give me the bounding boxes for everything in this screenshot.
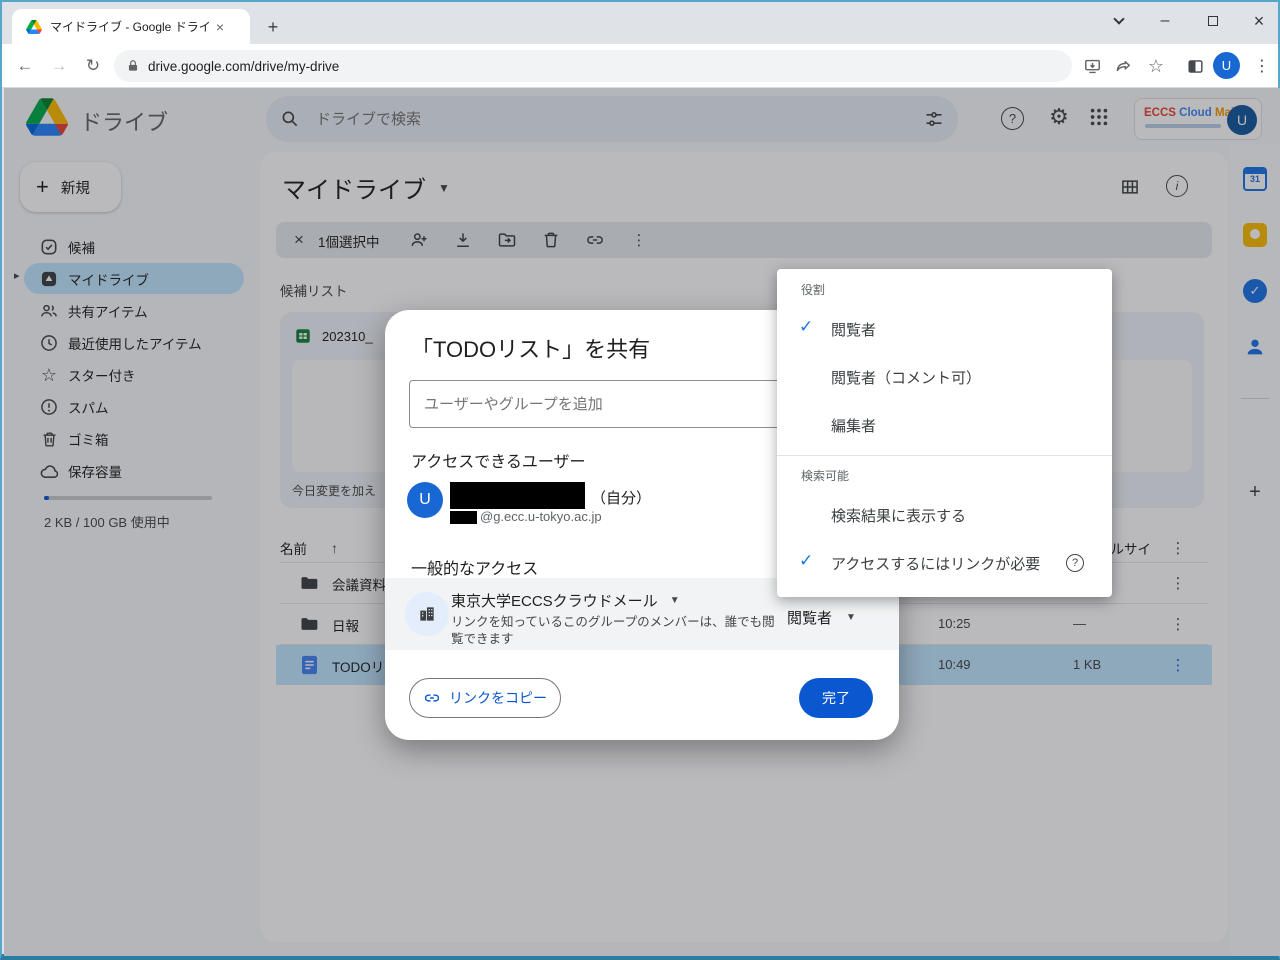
side-panel-icon[interactable] — [1180, 51, 1210, 81]
menu-item-show-in-search[interactable]: 検索結果に表示する — [777, 491, 1112, 539]
group-scope-button[interactable]: 東京大学ECCSクラウドメール ▼ — [451, 590, 680, 611]
done-button[interactable]: 完了 — [799, 678, 873, 718]
back-icon[interactable]: ← — [10, 51, 40, 81]
browser-profile-avatar[interactable]: U — [1213, 52, 1240, 79]
owner-email-redacted — [450, 511, 477, 524]
link-icon — [423, 689, 441, 707]
role-value: 閲覧者 — [787, 607, 832, 628]
menu-section-role: 役割 — [801, 281, 825, 298]
role-caret-icon: ▼ — [846, 612, 856, 623]
reload-icon[interactable]: ↻ — [78, 51, 108, 81]
menu-item-link-required[interactable]: ✓ アクセスするにはリンクが必要 ? — [777, 539, 1112, 587]
window-close-button[interactable]: × — [1244, 8, 1274, 34]
scope-caret-icon: ▼ — [670, 595, 680, 606]
browser-tab[interactable]: マイドライブ - Google ドライブ × — [12, 9, 250, 44]
owner-name-redacted — [450, 482, 585, 509]
access-heading: アクセスできるユーザー — [411, 448, 586, 472]
copy-link-button[interactable]: リンクをコピー — [409, 678, 561, 718]
tab-title: マイドライブ - Google ドライブ — [50, 18, 210, 35]
group-name: 東京大学ECCSクラウドメール — [451, 590, 658, 611]
lock-icon — [126, 59, 140, 73]
share-icon[interactable] — [1109, 51, 1139, 81]
window-minimize-button[interactable]: – — [1150, 8, 1180, 34]
browser-menu-icon[interactable]: ⋮ — [1247, 51, 1277, 81]
option-help-icon[interactable]: ? — [1066, 554, 1084, 572]
url-text: drive.google.com/drive/my-drive — [148, 59, 339, 74]
menu-divider — [777, 455, 1112, 456]
menu-item-commenter[interactable]: 閲覧者（コメント可） — [777, 353, 1112, 401]
dialog-title: 「TODOリスト」を共有 — [411, 332, 650, 364]
browser-window: マイドライブ - Google ドライブ × + – × ← → ↻ drive… — [0, 0, 1280, 960]
owner-self-label: （自分） — [591, 487, 651, 508]
tab-search-chevron-icon[interactable] — [1104, 8, 1134, 34]
bookmark-star-icon[interactable]: ☆ — [1141, 51, 1171, 81]
general-access-heading: 一般的なアクセス — [411, 555, 538, 579]
owner-avatar: U — [407, 482, 443, 518]
organization-building-icon[interactable] — [405, 592, 449, 636]
tab-strip: マイドライブ - Google ドライブ × + – × — [2, 2, 1278, 44]
role-menu: 役割 ✓ 閲覧者 閲覧者（コメント可） 編集者 検索可能 検索結果に表示する ✓… — [777, 269, 1112, 597]
tab-close-icon[interactable]: × — [210, 17, 230, 37]
menu-section-searchable: 検索可能 — [801, 467, 849, 484]
address-bar[interactable]: drive.google.com/drive/my-drive — [114, 50, 1072, 82]
menu-item-editor[interactable]: 編集者 — [777, 401, 1112, 449]
new-tab-button[interactable]: + — [260, 14, 286, 40]
check-icon: ✓ — [799, 317, 813, 337]
browser-toolbar: ← → ↻ drive.google.com/drive/my-drive ☆ … — [2, 44, 1278, 88]
forward-icon[interactable]: → — [44, 51, 74, 81]
check-icon: ✓ — [799, 551, 813, 571]
menu-item-viewer[interactable]: ✓ 閲覧者 — [777, 305, 1112, 353]
drive-favicon-icon — [26, 20, 42, 34]
owner-email: @g.ecc.u-tokyo.ac.jp — [480, 509, 602, 524]
group-description: リンクを知っているこのグループのメンバーは、誰でも閲覧できます — [451, 614, 781, 648]
window-maximize-button[interactable] — [1198, 8, 1228, 34]
install-app-icon[interactable] — [1077, 51, 1107, 81]
role-dropdown-button[interactable]: 閲覧者 ▼ — [781, 602, 862, 632]
